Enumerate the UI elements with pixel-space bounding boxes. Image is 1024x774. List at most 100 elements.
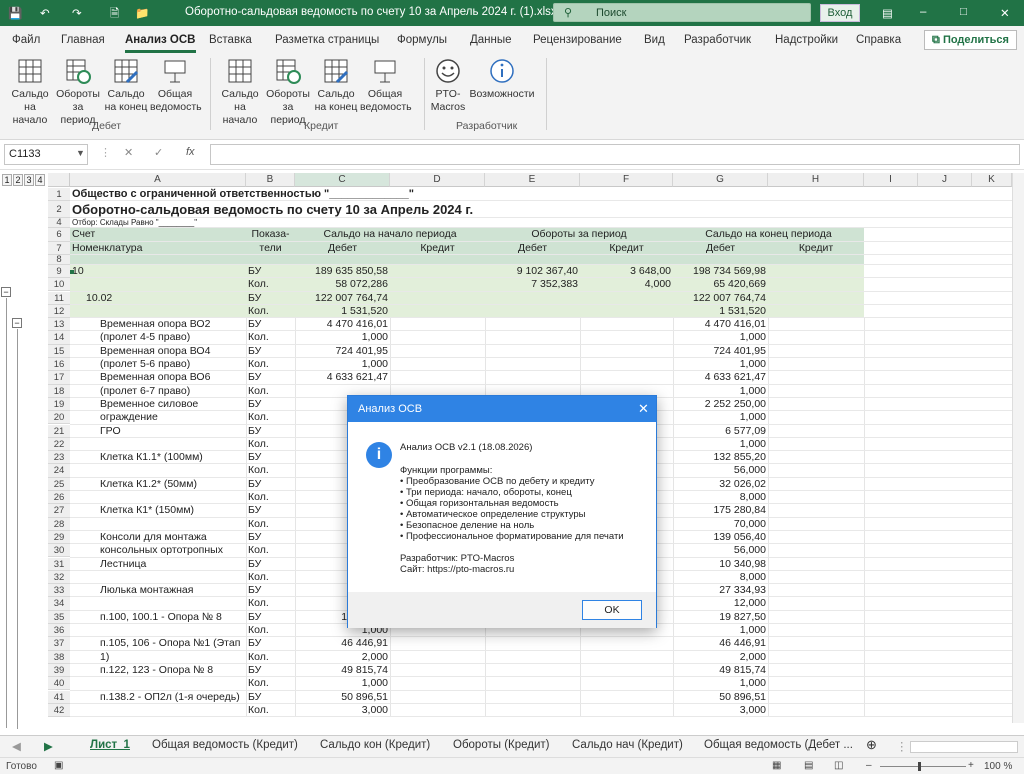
cell-f[interactable]: 3 648,00 [580,265,673,278]
cell-g[interactable]: 4 633 621,47 [673,371,768,384]
row-header[interactable]: 29 [48,530,70,545]
cell-e[interactable]: Обороты за период [485,228,673,241]
sheet-tab-5[interactable]: Сальдо нач (Кредит) [572,739,683,751]
tab-home[interactable]: Главная [61,34,105,46]
row-header[interactable]: 9 [48,264,70,279]
row-header[interactable]: 24 [48,464,70,478]
row-header[interactable]: 14 [48,331,70,345]
ribbon-button-board[interactable]: Общая ведомость [150,56,202,114]
ok-button[interactable]: OK [582,600,642,620]
cell-a[interactable]: ограждение [70,411,246,424]
cell-d[interactable]: Кредит [390,242,485,255]
column-header[interactable]: E [485,173,580,187]
zoom-in-icon[interactable]: + [968,760,974,771]
outline-level-button[interactable]: 4 [35,174,45,186]
cell-a[interactable]: 1) [70,651,246,664]
cell-g[interactable]: 1,000 [673,385,768,398]
row-header[interactable]: 21 [48,424,70,438]
ribbon-button-refresh-grid[interactable]: Обороты за период [264,56,312,127]
cell-c[interactable]: 4 633 621,47 [295,371,390,384]
cell-a[interactable]: Люлька монтажная [70,584,246,597]
cell-f[interactable]: Кредит [580,242,673,255]
cell-a[interactable]: (пролет 5-6 право) [70,358,246,371]
cell-c[interactable]: 4 470 416,01 [295,318,390,331]
row-header[interactable]: 22 [48,437,70,452]
row-header[interactable]: 6 [48,228,70,242]
cell-g[interactable]: 122 007 764,74 [673,292,768,305]
dialog-close-icon[interactable]: ✕ [638,401,649,417]
sheet-tab-1[interactable]: Лист_1 [90,739,130,751]
cell-b[interactable]: Кол. [246,385,295,398]
row-header[interactable]: 7 [48,241,70,255]
cell-b[interactable]: Кол. [246,597,295,610]
cell-g[interactable]: 1,000 [673,411,768,424]
cell-c[interactable]: 724 401,95 [295,345,390,358]
cell-g[interactable]: 132 855,20 [673,451,768,464]
cell-b[interactable]: БУ [246,398,295,411]
sheet-tab-4[interactable]: Обороты (Кредит) [453,739,550,751]
row-header[interactable]: 26 [48,491,70,505]
row-header[interactable]: 10 [48,278,70,292]
cell-b[interactable]: БУ [246,292,295,305]
cell-a[interactable]: Лестница [70,558,246,571]
cell-b[interactable]: БУ [246,664,295,677]
ribbon-button-grid-edit[interactable]: Сальдо на конец [102,56,150,114]
sheet-tab-6[interactable]: Общая ведомость (Дебет ... [704,739,853,751]
ribbon-button-grid[interactable]: Сальдо на начало [216,56,264,127]
row-header[interactable]: 25 [48,477,70,491]
cell-g[interactable]: 46 446,91 [673,637,768,650]
cell-b[interactable]: Кол. [246,544,295,557]
add-sheet-icon[interactable]: ⊕ [866,737,877,753]
tab-help[interactable]: Справка [856,34,901,46]
cell-a[interactable]: Клетка К1.2* (50мм) [70,478,246,491]
cell-c[interactable]: 189 635 850,58 [295,265,390,278]
tab-insert[interactable]: Вставка [209,34,252,46]
select-all-corner[interactable] [48,173,70,187]
cell-g[interactable]: 1 531,520 [673,305,768,318]
cell-c[interactable]: 2,000 [295,651,390,664]
cancel-icon[interactable]: ✕ [124,146,133,159]
cell-b[interactable]: Кол. [246,651,295,664]
tab-page-layout[interactable]: Разметка страницы [275,34,379,46]
cell-g[interactable]: 32 026,02 [673,478,768,491]
cell-b[interactable]: Кол. [246,278,295,291]
horizontal-scrollbar[interactable] [910,741,1018,753]
row-header[interactable]: 37 [48,637,70,651]
undo-icon[interactable]: ↶ [40,6,50,20]
cell-c[interactable]: 1,000 [295,358,390,371]
cell-g[interactable]: Дебет [673,242,768,255]
cell-a[interactable]: Временное силовое [70,398,246,411]
cell-b[interactable]: БУ [246,318,295,331]
cell-b[interactable]: БУ [246,584,295,597]
cell-a[interactable]: ГРО [70,425,246,438]
cell-g[interactable]: 65 420,669 [673,278,768,291]
cell-b[interactable]: БУ [246,531,295,544]
column-header[interactable]: B [246,173,295,187]
cell-e[interactable]: Дебет [485,242,580,255]
outline-level-button[interactable]: 2 [13,174,23,186]
cell-a[interactable]: (пролет 6-7 право) [70,385,246,398]
cell-c[interactable]: 58 072,286 [295,278,390,291]
row-header[interactable]: 8 [48,254,70,265]
column-header[interactable]: F [580,173,673,187]
cell-g[interactable]: 8,000 [673,571,768,584]
sheets-more-icon[interactable]: ⋮ [896,739,908,753]
cell-g[interactable]: 70,000 [673,518,768,531]
row-header[interactable]: 1 [48,188,70,202]
row-header[interactable]: 4 [48,218,70,229]
column-header[interactable]: A [70,173,246,187]
ribbon-button-refresh-grid[interactable]: Обороты за период [54,56,102,127]
row-header[interactable]: 27 [48,504,70,518]
scroll-right-icon[interactable]: ▶ [44,739,53,753]
scroll-left-icon[interactable]: ◀ [12,739,21,753]
cell-b[interactable]: Кол. [246,704,295,717]
ribbon-button-smiley[interactable]: PTO- Macros [430,56,466,114]
cell-g[interactable]: 139 056,40 [673,531,768,544]
row-header[interactable]: 32 [48,570,70,585]
ribbon-button-board[interactable]: Общая ведомость [360,56,412,114]
tab-formulas[interactable]: Формулы [397,34,447,46]
ribbon-options-icon[interactable]: ▤ [882,6,893,20]
zoom-out-icon[interactable]: – [866,760,872,771]
row-header[interactable]: 13 [48,318,70,332]
maximize-icon[interactable]: □ [960,6,967,18]
